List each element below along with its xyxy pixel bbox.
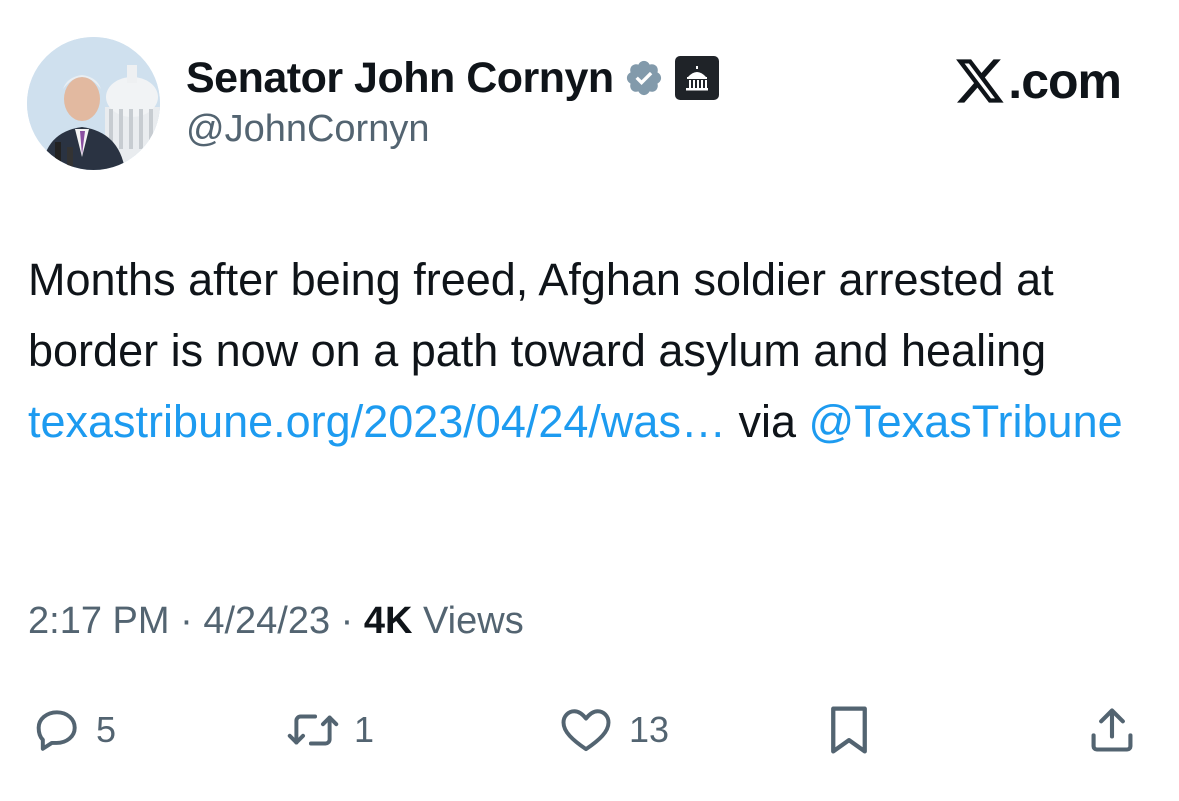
x-logo-icon: [956, 59, 1004, 103]
reply-count: 5: [96, 709, 117, 750]
views-count: 4K: [363, 600, 413, 642]
capitol-building-icon[interactable]: [674, 55, 720, 101]
repost-icon: [287, 714, 339, 746]
verified-badge-icon[interactable]: [624, 58, 664, 98]
tweet-time[interactable]: 2:17 PM: [28, 600, 170, 642]
bookmark-button[interactable]: [824, 690, 874, 770]
meta-separator: ·: [169, 600, 204, 642]
repost-count: 1: [354, 709, 375, 750]
reply-icon: [36, 710, 77, 751]
repost-button[interactable]: 1: [286, 690, 374, 770]
x-com-logo: .com: [954, 52, 1122, 110]
action-bar: 5 1 13: [0, 690, 1179, 770]
like-button[interactable]: 13: [557, 690, 669, 770]
avatar[interactable]: [27, 37, 160, 170]
meta-separator-2: ·: [330, 600, 364, 642]
bookmark-icon: [831, 706, 867, 754]
x-logo-text: .com: [1008, 53, 1122, 109]
reply-button[interactable]: 5: [32, 690, 116, 770]
tweet-text: Months after being freed, Afghan soldier…: [28, 244, 1163, 457]
tweet-text-part2: via: [725, 396, 809, 447]
share-button[interactable]: [1086, 690, 1138, 770]
mention-link[interactable]: @TexasTribune: [808, 396, 1122, 447]
share-icon: [1091, 708, 1133, 752]
views-label: Views: [412, 600, 524, 642]
author-name-row: Senator John Cornyn: [186, 52, 720, 104]
article-link[interactable]: texastribune.org/2023/04/24/was…: [28, 396, 726, 447]
like-count: 13: [629, 709, 670, 750]
author-display-name[interactable]: Senator John Cornyn: [186, 54, 614, 103]
tweet-meta: 2:17 PM · 4/24/23 · 4K Views: [28, 600, 524, 643]
heart-icon: [561, 709, 611, 752]
tweet-date[interactable]: 4/24/23: [203, 600, 330, 642]
tweet-text-part1: Months after being freed, Afghan soldier…: [28, 254, 1054, 376]
author-handle[interactable]: @JohnCornyn: [186, 108, 429, 151]
avatar-photo: [27, 37, 160, 170]
